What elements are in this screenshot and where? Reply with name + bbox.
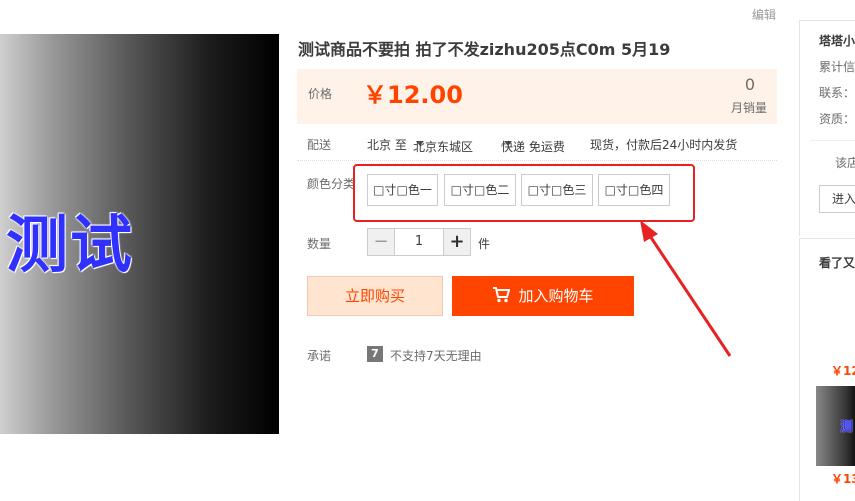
monthly-sales-label: 月销量 xyxy=(730,101,767,115)
product-image-text: 测试 xyxy=(6,208,135,281)
promise-label: 承诺 xyxy=(307,349,332,363)
quantity-stepper: − 1 + xyxy=(367,228,471,256)
delivery-from: 北京 至 xyxy=(367,138,407,152)
monthly-sales-count: 0 xyxy=(744,75,755,94)
delivery-destination: 北京东城区 xyxy=(413,140,474,154)
price-label: 价格 xyxy=(308,87,333,101)
delivery-label: 配送 xyxy=(307,138,332,152)
shop-credit: 累计信 xyxy=(819,60,855,74)
price-value: ￥12.00 xyxy=(363,81,463,109)
enter-shop-button[interactable]: 进入 xyxy=(819,185,855,213)
buy-now-button[interactable]: 立即购买 xyxy=(307,276,443,316)
product-image[interactable]: 测试 xyxy=(0,34,279,434)
product-title: 测试商品不要拍 拍了不发zizhu205点C0m 5月19 xyxy=(298,40,671,59)
cart-icon xyxy=(493,287,511,303)
quantity-unit: 件 xyxy=(478,237,491,251)
edit-link[interactable]: 编辑 xyxy=(752,6,776,23)
add-to-cart-button[interactable]: 加入购物车 xyxy=(452,276,634,316)
delivery-destination-select[interactable]: 北京东城区 xyxy=(413,136,473,154)
divider xyxy=(297,160,777,161)
shop-link[interactable]: 该店 xyxy=(835,154,855,171)
quantity-input[interactable]: 1 xyxy=(395,229,443,255)
shop-contact: 联系： xyxy=(819,86,855,100)
divider xyxy=(810,140,855,141)
add-to-cart-label: 加入购物车 xyxy=(518,287,594,305)
increase-button[interactable]: + xyxy=(443,229,470,255)
shipping-method: 快递 免运费 xyxy=(501,140,565,154)
shipping-select[interactable]: 快递 免运费 xyxy=(501,136,565,154)
also-viewed-price: ￥12 xyxy=(831,364,855,378)
seven-day-icon: 7 xyxy=(367,346,383,362)
color-label: 颜色分类 xyxy=(307,177,356,191)
shop-name[interactable]: 塔塔小 xyxy=(819,32,855,49)
delivery-note: 现货，付款后24小时内发货 xyxy=(590,138,738,152)
promise-text: 不支持7天无理由 xyxy=(390,349,482,363)
decrease-button[interactable]: − xyxy=(368,229,395,255)
quantity-label: 数量 xyxy=(307,237,332,251)
thumbnail-text: 测 xyxy=(840,420,854,435)
also-viewed-title: 看了又 xyxy=(819,256,855,270)
also-viewed-thumbnail[interactable]: 测 xyxy=(816,386,855,466)
also-viewed-price: ￥13 xyxy=(831,472,855,486)
price-panel: 价格 ￥12.00 0 月销量 xyxy=(297,69,777,124)
shop-qualification: 资质： xyxy=(819,112,855,126)
delivery-row: 配送 北京 至 北京东城区 快递 免运费 现货，付款后24小时内发货 xyxy=(307,134,777,154)
